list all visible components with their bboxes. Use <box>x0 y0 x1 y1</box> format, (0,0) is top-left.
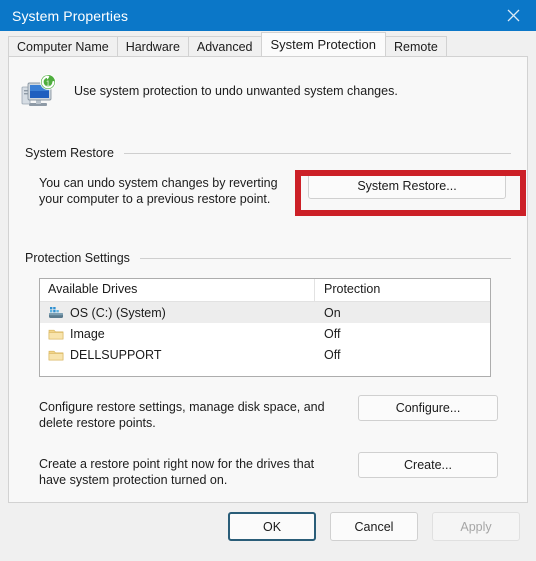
folder-icon <box>48 348 64 362</box>
close-icon <box>507 9 520 22</box>
protection-intro-text: Use system protection to undo unwanted s… <box>74 84 398 98</box>
system-restore-button[interactable]: System Restore... <box>308 172 506 199</box>
apply-button[interactable]: Apply <box>432 512 520 541</box>
protection-status: On <box>324 305 341 320</box>
window-title: System Properties <box>12 7 129 24</box>
system-protection-icon: 1 <box>19 73 61 113</box>
tab-hardware[interactable]: Hardware <box>116 36 189 56</box>
dialog-button-bar: OK Cancel Apply <box>0 512 536 561</box>
drive-label: Image <box>70 326 105 341</box>
create-section: Create a restore point right now for the… <box>25 452 511 488</box>
tab-strip: Computer Name Hardware Advanced System P… <box>0 31 536 56</box>
system-restore-group-label: System Restore <box>25 146 114 160</box>
configure-row: Configure restore settings, manage disk … <box>39 395 511 431</box>
drive-label: OS (C:) (System) <box>70 305 166 320</box>
create-row: Create a restore point right now for the… <box>39 452 511 488</box>
group-divider-line <box>139 257 511 259</box>
protection-status: Off <box>324 347 341 362</box>
close-button[interactable] <box>490 0 536 31</box>
protection-settings-group-header: Protection Settings <box>25 251 511 265</box>
configure-section: Configure restore settings, manage disk … <box>25 395 511 431</box>
column-header-protection: Protection <box>324 282 381 296</box>
protection-intro: 1 Use system protection to undo unwanted… <box>9 57 527 113</box>
system-restore-body: You can undo system changes by reverting… <box>25 172 511 207</box>
protection-settings-group-label: Protection Settings <box>25 251 130 265</box>
table-header-row: Available Drives Protection <box>40 279 490 302</box>
table-row[interactable]: DELLSUPPORT Off <box>40 344 490 365</box>
tab-remote[interactable]: Remote <box>385 36 447 56</box>
ok-button[interactable]: OK <box>228 512 316 541</box>
create-button[interactable]: Create... <box>358 452 498 478</box>
svg-text:1: 1 <box>46 80 50 87</box>
protection-status: Off <box>324 326 341 341</box>
hard-drive-icon <box>48 306 64 320</box>
system-restore-row: You can undo system changes by reverting… <box>39 172 511 207</box>
protection-settings-group: Protection Settings Available Drives Pro… <box>25 251 511 488</box>
tab-advanced[interactable]: Advanced <box>187 36 262 56</box>
configure-button[interactable]: Configure... <box>358 395 498 421</box>
group-divider-line <box>123 152 511 154</box>
drive-cell: Image <box>40 327 315 341</box>
drive-cell: OS (C:) (System) <box>40 306 315 320</box>
configure-description: Configure restore settings, manage disk … <box>39 400 325 430</box>
title-bar: System Properties <box>0 0 536 31</box>
folder-icon <box>48 327 64 341</box>
cancel-button[interactable]: Cancel <box>330 512 418 541</box>
tab-content-panel: 1 Use system protection to undo unwanted… <box>8 56 528 503</box>
drive-cell: DELLSUPPORT <box>40 348 315 362</box>
table-row[interactable]: Image Off <box>40 323 490 344</box>
create-description: Create a restore point right now for the… <box>39 457 315 487</box>
system-restore-description: You can undo system changes by reverting… <box>39 176 278 206</box>
tab-computer-name[interactable]: Computer Name <box>8 36 118 56</box>
tab-system-protection[interactable]: System Protection <box>260 32 386 56</box>
table-row[interactable]: OS (C:) (System) On <box>40 302 490 323</box>
system-restore-group-header: System Restore <box>25 146 511 160</box>
available-drives-table[interactable]: Available Drives Protection OS (C:) (Sys… <box>39 278 491 377</box>
system-restore-group: System Restore You can undo system chang… <box>25 146 511 207</box>
drive-label: DELLSUPPORT <box>70 347 162 362</box>
column-header-available-drives: Available Drives <box>40 279 315 301</box>
